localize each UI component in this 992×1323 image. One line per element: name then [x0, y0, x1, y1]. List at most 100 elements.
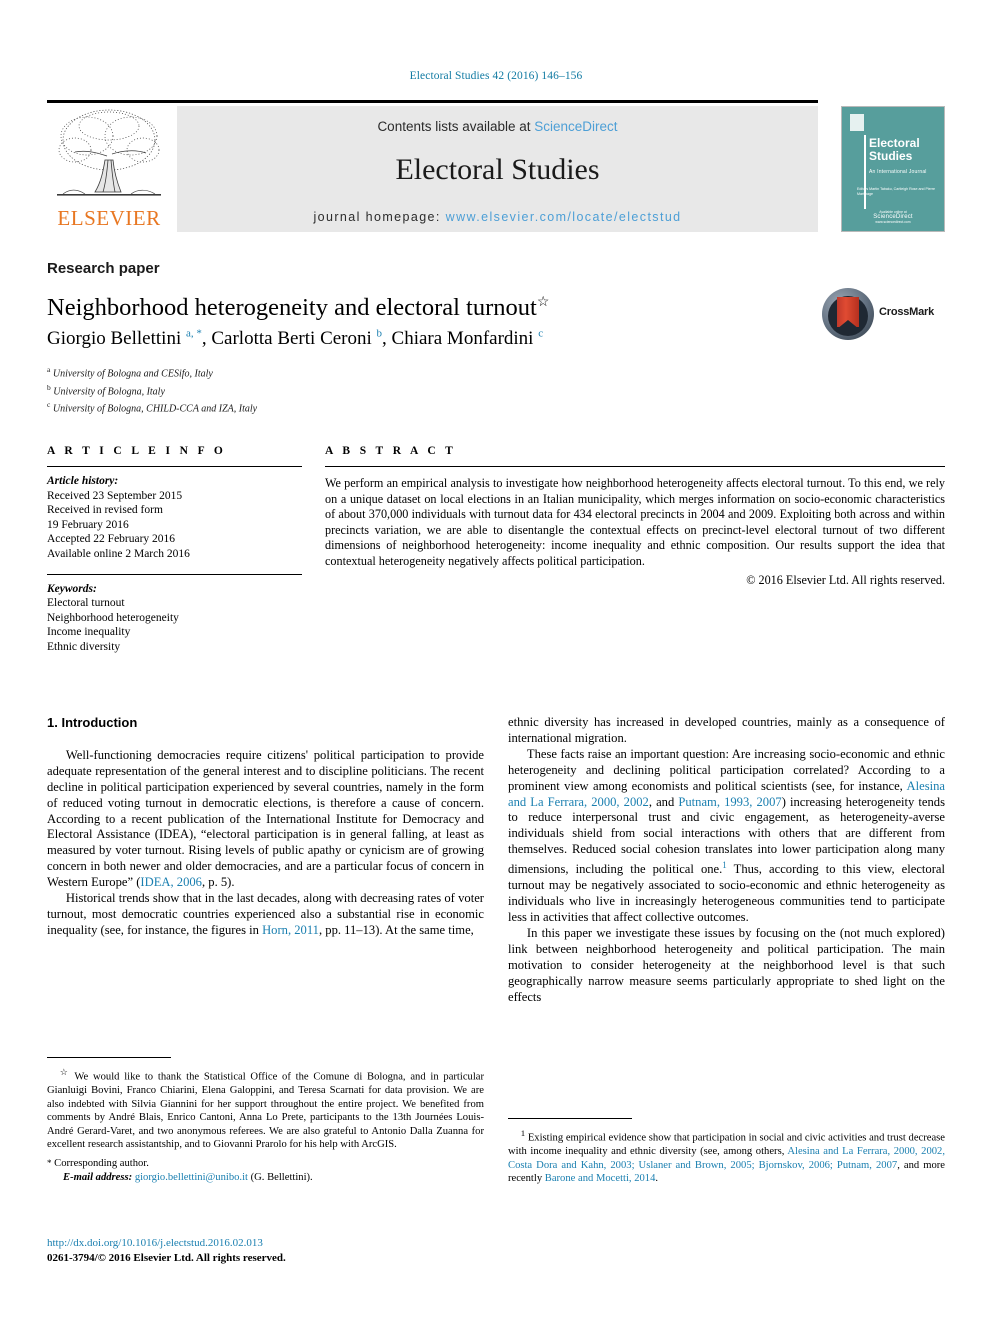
author-affil-marker: a, * — [185, 328, 202, 340]
article-title-text: Neighborhood heterogeneity and electoral… — [47, 294, 537, 322]
email-owner: (G. Bellettini). — [250, 1171, 313, 1183]
author-affil-marker: c — [538, 328, 544, 340]
crossmark-ribbon-notch — [837, 320, 859, 329]
journal-title: Electoral Studies — [395, 153, 600, 186]
elsevier-logo: ELSEVIER — [47, 106, 171, 232]
article-history-item: Received 23 September 2015 — [47, 489, 183, 502]
article-history-item: Available online 2 March 2016 — [47, 547, 190, 560]
corresponding-author-note: * Corresponding author. E-mail address: … — [47, 1156, 484, 1185]
body-paragraph: In this paper we investigate these issue… — [508, 926, 945, 1006]
crossmark-label: CrossMark — [879, 306, 935, 318]
cover-title-line2: Studies — [869, 148, 913, 163]
affiliation-item: a University of Bologna and CESifo, Ital… — [47, 363, 647, 381]
title-footnote-marker: ☆ — [536, 295, 550, 310]
contents-panel: Contents lists available at ScienceDirec… — [177, 106, 818, 232]
keyword-item: Electoral turnout — [47, 597, 125, 610]
keywords-block: Keywords: Electoral turnout Neighborhood… — [47, 575, 302, 655]
author-affil-marker: b — [376, 328, 383, 340]
cover-title: Electoral Studies — [869, 137, 941, 162]
masthead-rule — [47, 100, 818, 103]
body-column-right: ethnic diversity has increased in develo… — [508, 715, 945, 1006]
affiliation-text: University of Bologna, Italy — [53, 386, 165, 398]
body-paragraph: ethnic diversity has increased in develo… — [508, 715, 945, 747]
elsevier-wordmark: ELSEVIER — [57, 206, 161, 230]
doi-block: http://dx.doi.org/10.1016/j.electstud.20… — [47, 1236, 484, 1266]
email-line: E-mail address: giorgio.bellettini@unibo… — [47, 1171, 484, 1185]
email-label: E-mail address: — [63, 1171, 133, 1183]
crossmark-badge[interactable]: CrossMark — [822, 286, 944, 344]
journal-masthead: ELSEVIER Contents lists available at Sci… — [47, 100, 945, 232]
article-history-item: 19 February 2016 — [47, 518, 129, 531]
article-type: Research paper — [47, 260, 160, 277]
author-list: Giorgio Bellettini a, *, Carlotta Berti … — [47, 328, 837, 350]
affiliation-marker: c — [47, 400, 51, 410]
running-head: Electoral Studies 42 (2016) 146–156 — [409, 70, 583, 82]
article-info-heading: A R T I C L E I N F O — [47, 445, 227, 457]
journal-homepage-link[interactable]: www.elsevier.com/locate/electstud — [446, 210, 682, 224]
journal-homepage-line: journal homepage: www.elsevier.com/locat… — [177, 210, 818, 224]
acknowledgement-footnote: ☆ We would like to thank the Statistical… — [47, 1066, 484, 1152]
article-info-block: A R T I C L E I N F O Article history: R… — [47, 445, 302, 655]
paragraph-text: ethnic diversity has increased in develo… — [508, 715, 945, 745]
doi-link[interactable]: http://dx.doi.org/10.1016/j.electstud.20… — [47, 1237, 263, 1249]
keyword-item: Ethnic diversity — [47, 640, 121, 653]
footnote-block-right: 1 Existing empirical evidence show that … — [508, 1118, 945, 1186]
abstract-text: We perform an empirical analysis to inve… — [325, 476, 945, 568]
paragraph-conjunction: , and — [648, 794, 679, 809]
citation-idea-2006[interactable]: IDEA, 2006 — [140, 875, 202, 889]
citation-horn-2011[interactable]: Horn, 2011 — [262, 923, 319, 937]
body-paragraph: Well-functioning democracies require cit… — [47, 748, 484, 891]
keyword-item: Neighborhood heterogeneity — [47, 611, 179, 624]
article-history: Article history: Received 23 September 2… — [47, 467, 302, 562]
section-heading-introduction: 1. Introduction — [47, 715, 138, 730]
page-title: Neighborhood heterogeneity and electoral… — [47, 288, 807, 323]
elsevier-tree-icon — [51, 106, 167, 206]
footnote-1-marker: 1 — [520, 1128, 526, 1138]
sciencedirect-link[interactable]: ScienceDirect — [534, 119, 617, 134]
cover-elsevier-icon — [850, 114, 864, 131]
paragraph-tail: , pp. 11–13). At the same time, — [318, 922, 474, 937]
keyword-item: Income inequality — [47, 626, 131, 639]
citation-barone-mocetti-2014[interactable]: Barone and Mocetti, 2014 — [545, 1173, 656, 1184]
citation-putnam[interactable]: Putnam, 1993, 2007 — [678, 795, 781, 809]
affiliation-marker: a — [47, 365, 51, 374]
paragraph-text: Well-functioning democracies require cit… — [47, 747, 484, 890]
contents-prefix: Contents lists available at — [377, 119, 535, 134]
issn-copyright-line: 0261-3794/© 2016 Elsevier Ltd. All right… — [47, 1252, 286, 1264]
cover-subtitle: An International Journal — [869, 169, 927, 175]
paragraph-text: In this paper we investigate these issue… — [508, 925, 945, 1004]
footnote-rule — [508, 1118, 632, 1119]
affiliation-marker: b — [47, 382, 51, 392]
body-paragraph: Historical trends show that in the last … — [47, 891, 484, 939]
affiliation-item: b University of Bologna, Italy — [47, 381, 647, 399]
contents-lists-line: Contents lists available at ScienceDirec… — [177, 119, 818, 134]
article-history-label: Article history: — [47, 475, 119, 487]
affiliation-text: University of Bologna, CHILD-CCA and IZA… — [52, 403, 258, 415]
body-paragraph: These facts raise an important question:… — [508, 747, 945, 926]
corresponding-marker: * — [47, 1157, 52, 1168]
affiliation-text: University of Bologna and CESifo, Italy — [52, 368, 213, 380]
footnote-1-tail: . — [655, 1173, 659, 1185]
journal-cover-thumbnail[interactable]: Electoral Studies An International Journ… — [841, 106, 945, 232]
footnote-rule — [47, 1057, 171, 1058]
paper-page: Electoral Studies 42 (2016) 146–156 ELSE… — [0, 0, 992, 1323]
article-history-item: Accepted 22 February 2016 — [47, 533, 176, 546]
cover-footer-sub: www.sciencedirect.com — [875, 220, 911, 224]
cover-title-line1: Electoral — [869, 136, 920, 150]
article-history-item: Received in revised form — [47, 504, 163, 517]
acknowledgement-text: We would like to thank the Statistical O… — [47, 1071, 484, 1151]
affiliation-list: a University of Bologna and CESifo, Ital… — [47, 363, 647, 416]
abstract-copyright: © 2016 Elsevier Ltd. All rights reserved… — [746, 572, 945, 587]
body-column-left: 1. Introduction Well-functioning democra… — [47, 715, 484, 939]
paragraph-tail: , p. 5). — [201, 875, 235, 890]
cover-editors: Editors Martin Tabaku, Cartleigh Rose an… — [857, 187, 936, 196]
email-link[interactable]: giorgio.bellettini@unibo.it — [135, 1172, 248, 1183]
footnote-1: 1 Existing empirical evidence show that … — [508, 1127, 945, 1186]
cover-footer: Available online at ScienceDirect www.sc… — [842, 210, 944, 225]
footnote-block-left: ☆ We would like to thank the Statistical… — [47, 1057, 484, 1185]
acknowledgement-marker: ☆ — [59, 1067, 70, 1077]
corresponding-text: Corresponding author. — [54, 1157, 149, 1169]
homepage-prefix: journal homepage: — [313, 210, 441, 224]
cover-divider — [864, 135, 866, 209]
cover-background: Electoral Studies An International Journ… — [842, 107, 944, 231]
